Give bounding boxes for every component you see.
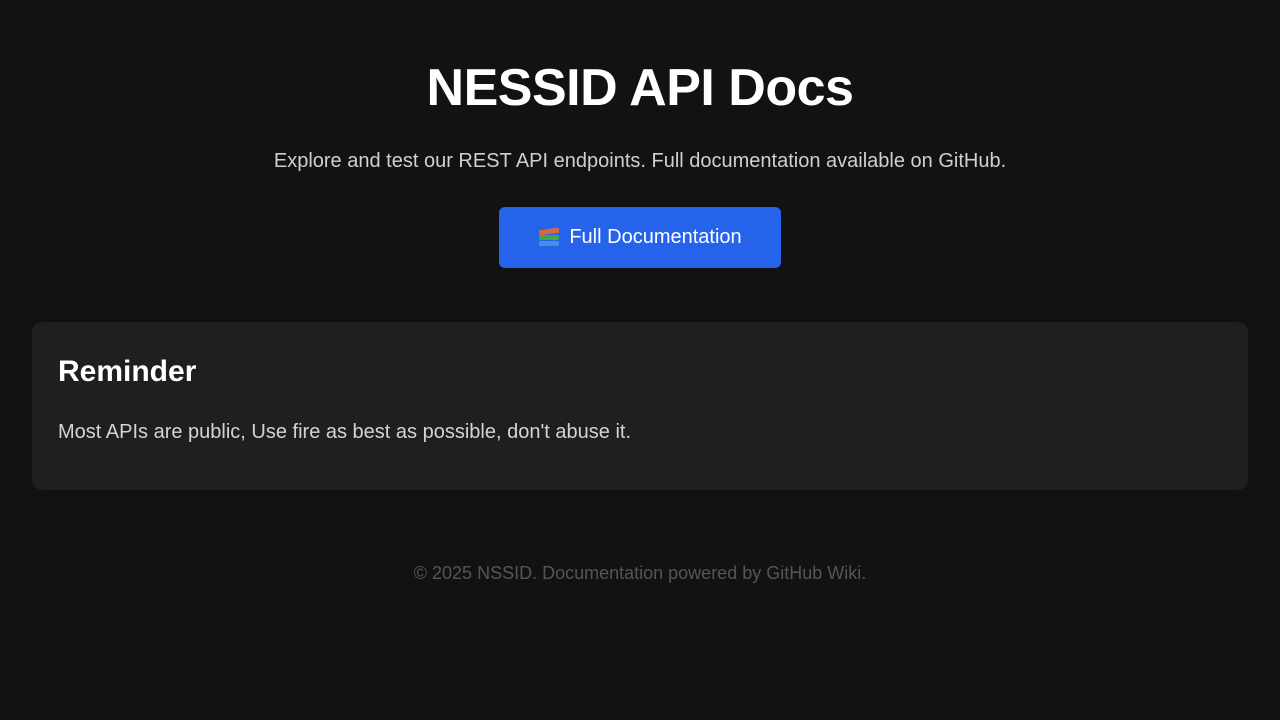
reminder-text: Most APIs are public, Use fire as best a… (58, 421, 631, 443)
reminder-card (32, 322, 1248, 490)
books-icon (538, 227, 560, 248)
full-documentation-label: Full Documentation (569, 226, 742, 248)
reminder-title: Reminder (58, 355, 197, 388)
page-title: NESSID API Docs (426, 59, 854, 117)
page: NESSID API Docs Explore and test our RES… (0, 0, 1280, 720)
page-subtitle: Explore and test our REST API endpoints.… (273, 150, 1007, 172)
footer-text: © 2025 NSSID. Documentation powered by G… (413, 563, 867, 583)
full-documentation-button[interactable]: Full Documentation (499, 207, 781, 268)
